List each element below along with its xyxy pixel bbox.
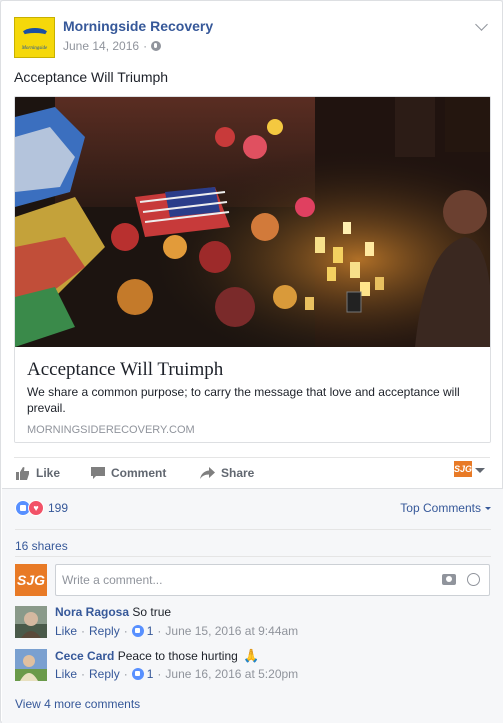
comment-item: Nora Ragosa So true Like · Reply · 1 · J…	[15, 605, 490, 645]
comment-timestamp[interactable]: June 16, 2016 at 5:20pm	[165, 667, 298, 681]
like-reaction-icon	[131, 668, 144, 680]
chevron-down-icon[interactable]	[475, 18, 488, 31]
meta-separator: ·	[123, 624, 128, 638]
comment-text: Peace to those hurting	[117, 649, 238, 663]
meta-separator: ·	[81, 624, 86, 638]
post-date-link[interactable]: June 14, 2016	[63, 39, 139, 53]
share-button[interactable]: Share	[200, 466, 254, 480]
globe-icon[interactable]	[151, 41, 162, 51]
memorial-photo	[15, 97, 490, 347]
speech-bubble-icon	[91, 466, 105, 479]
view-more-comments-link[interactable]: View 4 more comments	[15, 697, 140, 711]
comment-like-button[interactable]: Like	[55, 667, 77, 681]
post-text: Acceptance Will Triumph	[14, 69, 169, 85]
comment-author-link[interactable]: Nora Ragosa	[55, 605, 129, 619]
comment-like-count[interactable]: 1	[147, 624, 154, 638]
shares-link[interactable]: 16 shares	[15, 539, 68, 553]
link-preview-image[interactable]	[15, 97, 490, 347]
comment-item: Cece Card Peace to those hurting 🙏 Like …	[15, 648, 490, 688]
divider	[15, 529, 491, 530]
comment-author-link[interactable]: Cece Card	[55, 649, 114, 663]
avatar: SJG	[15, 564, 47, 596]
link-description: We share a common purpose; to carry the …	[27, 385, 460, 415]
page-name-link[interactable]: Morningside Recovery	[63, 18, 213, 34]
like-button[interactable]: Like	[16, 466, 60, 480]
link-preview-info[interactable]: Acceptance Will Truimph We share a commo…	[15, 347, 490, 442]
share-label: Share	[221, 466, 255, 480]
profile-badge[interactable]: SJG	[454, 461, 472, 477]
meta-separator: ·	[143, 39, 148, 53]
caret-down-icon[interactable]	[475, 468, 485, 473]
comment-sort-dropdown[interactable]: Top Comments	[400, 501, 491, 515]
comment-meta: Like · Reply · 1 · June 16, 2016 at 5:20…	[55, 667, 298, 681]
comment-input[interactable]	[55, 564, 490, 596]
emoji-icon[interactable]	[467, 573, 480, 586]
comment-meta: Like · Reply · 1 · June 15, 2016 at 9:44…	[55, 624, 298, 638]
avatar[interactable]	[15, 606, 47, 638]
reaction-count[interactable]: 199	[48, 501, 68, 515]
thumbs-up-icon	[16, 467, 29, 480]
comment-reply-button[interactable]: Reply	[89, 667, 120, 681]
love-reaction-icon: ♥	[28, 500, 44, 516]
comment-like-button[interactable]: Like	[55, 624, 77, 638]
logo-text: Morningside	[21, 46, 48, 51]
post-header: Morningside Morningside Recovery June 14…	[14, 14, 490, 60]
comment-text: So true	[132, 605, 172, 619]
meta-separator: ·	[81, 667, 86, 681]
comment-button[interactable]: Comment	[91, 466, 166, 480]
comment-body: Cece Card Peace to those hurting 🙏	[55, 648, 259, 664]
comment-reply-button[interactable]: Reply	[89, 624, 120, 638]
link-preview-card[interactable]: Acceptance Will Truimph We share a commo…	[14, 96, 491, 443]
comment-timestamp[interactable]: June 15, 2016 at 9:44am	[165, 624, 298, 638]
link-domain: MORNINGSIDERECOVERY.COM	[27, 424, 195, 436]
divider	[15, 556, 491, 557]
camera-icon[interactable]	[442, 574, 456, 585]
comment-like-count[interactable]: 1	[147, 667, 154, 681]
page-logo[interactable]: Morningside	[14, 17, 55, 58]
avatar-photo	[15, 606, 47, 638]
link-title[interactable]: Acceptance Will Truimph	[27, 359, 223, 381]
share-arrow-icon	[200, 466, 215, 479]
avatar-photo	[15, 649, 47, 681]
post-meta: June 14, 2016 ·	[63, 39, 162, 53]
like-label: Like	[36, 466, 61, 480]
comment-body: Nora Ragosa So true	[55, 605, 171, 619]
avatar[interactable]	[15, 649, 47, 681]
feedback-section: ♥ 199 Top Comments 16 shares SJG Nor	[2, 488, 503, 723]
comment-composer: SJG	[15, 564, 490, 596]
logo-swoosh-icon	[21, 28, 49, 42]
comment-label: Comment	[111, 466, 167, 480]
reaction-summary[interactable]: ♥ 199	[15, 500, 68, 516]
like-reaction-icon	[131, 625, 144, 637]
meta-separator: ·	[157, 624, 162, 638]
action-bar: Like Comment Share SJG	[14, 457, 490, 485]
praying-hands-icon: 🙏	[243, 648, 260, 663]
meta-separator: ·	[123, 667, 128, 681]
meta-separator: ·	[157, 667, 162, 681]
post-card: Morningside Morningside Recovery June 14…	[0, 0, 503, 723]
